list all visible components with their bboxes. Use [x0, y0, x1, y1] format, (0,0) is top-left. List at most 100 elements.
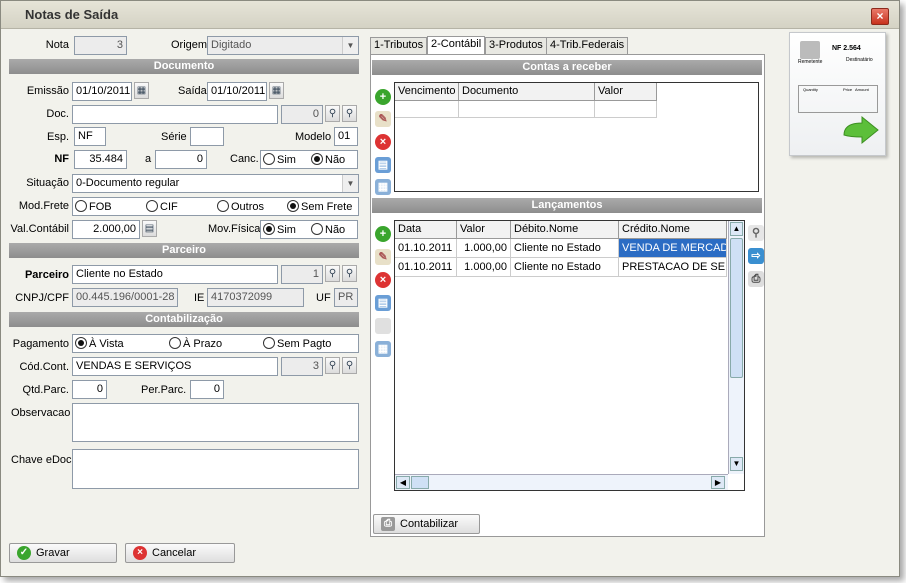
- pag-sem-radio[interactable]: Sem Pagto: [263, 337, 331, 350]
- chave-textarea[interactable]: [72, 449, 359, 489]
- grid-cell[interactable]: [395, 101, 459, 118]
- grid-icon[interactable]: ▤: [375, 157, 391, 173]
- table-row-cell[interactable]: 1.000,00: [457, 258, 511, 277]
- nf-field[interactable]: 35.484: [74, 150, 127, 169]
- frete-outros-radio[interactable]: Outros: [217, 200, 264, 213]
- scroll-up-icon[interactable]: ▲: [730, 222, 743, 236]
- scroll-left-icon[interactable]: ◀: [396, 476, 410, 489]
- scroll-thumb-h[interactable]: [411, 476, 429, 489]
- tab-produtos[interactable]: 3-Produtos: [485, 37, 547, 54]
- canc-sim-radio[interactable]: Sim: [263, 153, 296, 166]
- search-icon[interactable]: ⚲: [325, 265, 340, 282]
- calendar-icon[interactable]: ▦: [269, 82, 284, 99]
- search-icon[interactable]: ⚲: [325, 357, 340, 374]
- frete-sem-label: Sem Frete: [301, 201, 353, 213]
- search-icon[interactable]: ⚲: [748, 225, 764, 241]
- esp-field[interactable]: NF: [74, 127, 106, 146]
- nota-field[interactable]: 3: [74, 36, 127, 55]
- grid-header[interactable]: Data: [395, 221, 457, 239]
- origem-select[interactable]: Digitado ▼: [207, 36, 359, 55]
- export-icon[interactable]: ⇨: [748, 248, 764, 264]
- search-icon[interactable]: ⚲: [342, 265, 357, 282]
- delete-icon[interactable]: ×: [375, 272, 391, 288]
- pag-prazo-radio[interactable]: À Prazo: [169, 337, 222, 350]
- parceiro-field[interactable]: Cliente no Estado: [72, 265, 278, 284]
- ie-field[interactable]: 4170372099: [207, 288, 304, 307]
- scroll-thumb[interactable]: [730, 238, 743, 378]
- table-row-cell[interactable]: 1.000,00: [457, 239, 511, 258]
- modelo-field[interactable]: 01: [334, 127, 358, 146]
- close-button[interactable]: ×: [871, 8, 889, 25]
- grid-header[interactable]: Débito.Nome: [511, 221, 619, 239]
- scroll-right-icon[interactable]: ▶: [711, 476, 725, 489]
- add-icon[interactable]: +: [375, 226, 391, 242]
- qtdparc-field[interactable]: 0: [72, 380, 107, 399]
- grid-header[interactable]: Crédito.Nome: [619, 221, 727, 239]
- horizontal-scrollbar[interactable]: ◀ ▶: [395, 474, 728, 490]
- qtdparc-label: Qtd.Parc.: [22, 384, 69, 396]
- frete-fob-radio[interactable]: FOB: [75, 200, 112, 213]
- tab-trib-federais[interactable]: 4-Trib.Federais: [546, 37, 629, 54]
- movfisica-sim-radio[interactable]: Sim: [263, 223, 296, 236]
- obs-textarea[interactable]: [72, 403, 359, 442]
- table-row-cell[interactable]: PRESTACAO DE SERVI: [619, 258, 727, 277]
- table-row-cell[interactable]: 01.10.2011: [395, 258, 457, 277]
- add-icon[interactable]: +: [375, 89, 391, 105]
- contas-grid[interactable]: Vencimento Documento Valor: [394, 82, 759, 192]
- doc-number-field[interactable]: 0: [281, 105, 323, 124]
- tab-contabil[interactable]: 2-Contábil: [427, 36, 486, 55]
- cnpj-field[interactable]: 00.445.196/0001-28: [72, 288, 178, 307]
- movfisica-nao-radio[interactable]: Não: [311, 223, 345, 236]
- frete-cif-radio[interactable]: CIF: [146, 200, 178, 213]
- calculator-icon[interactable]: ▤: [142, 220, 157, 237]
- frete-sem-radio[interactable]: Sem Frete: [287, 200, 352, 213]
- table-row-cell-selected[interactable]: VENDA DE MERCADOR: [619, 239, 727, 258]
- search-icon[interactable]: ⚲: [325, 105, 340, 122]
- saida-field[interactable]: 01/10/2011: [207, 82, 267, 101]
- cancelar-button[interactable]: × Cancelar: [125, 543, 235, 563]
- grid-header[interactable]: Valor: [457, 221, 511, 239]
- grid-header[interactable]: Vencimento: [395, 83, 459, 101]
- contabilizar-button[interactable]: ⎙ Contabilizar: [373, 514, 480, 534]
- uf-field[interactable]: PR: [334, 288, 358, 307]
- grid-header[interactable]: Documento: [459, 83, 595, 101]
- serie-field[interactable]: [190, 127, 224, 146]
- situacao-select[interactable]: 0-Documento regular ▼: [72, 174, 359, 193]
- chevron-down-icon[interactable]: ▼: [342, 175, 358, 192]
- nf-to-field[interactable]: 0: [155, 150, 207, 169]
- grid-header[interactable]: Valor: [595, 83, 657, 101]
- calendar-icon[interactable]: ▦: [134, 82, 149, 99]
- table-row-cell[interactable]: Cliente no Estado: [511, 258, 619, 277]
- pag-vista-radio[interactable]: À Vista: [75, 337, 124, 350]
- blank-icon[interactable]: [375, 318, 391, 334]
- grid-cell[interactable]: [595, 101, 657, 118]
- perparc-field[interactable]: 0: [190, 380, 224, 399]
- calendar-icon[interactable]: ▦: [375, 179, 391, 195]
- emissao-field[interactable]: 01/10/2011: [72, 82, 132, 101]
- printer-icon[interactable]: ⎙: [748, 271, 764, 287]
- chevron-down-icon[interactable]: ▼: [342, 37, 358, 54]
- scroll-down-icon[interactable]: ▼: [730, 457, 743, 471]
- grid-icon[interactable]: ▤: [375, 295, 391, 311]
- doc-field[interactable]: [72, 105, 278, 124]
- codcont-field[interactable]: VENDAS E SERVIÇOS: [72, 357, 278, 376]
- edit-icon[interactable]: ✎: [375, 111, 391, 127]
- situacao-label: Situação: [26, 177, 69, 189]
- vertical-scrollbar[interactable]: ▲ ▼: [728, 221, 744, 474]
- tab-tributos[interactable]: 1-Tributos: [370, 37, 428, 54]
- calendar-icon[interactable]: ▦: [375, 341, 391, 357]
- search-icon[interactable]: ⚲: [342, 357, 357, 374]
- parceiro-number-field[interactable]: 1: [281, 265, 323, 284]
- canc-nao-radio[interactable]: Não: [311, 153, 345, 166]
- grid-cell[interactable]: [459, 101, 595, 118]
- codcont-number-field[interactable]: 3: [281, 357, 323, 376]
- gravar-button[interactable]: ✓ Gravar: [9, 543, 117, 563]
- delete-icon[interactable]: ×: [375, 134, 391, 150]
- edit-icon[interactable]: ✎: [375, 249, 391, 265]
- saida-label: Saída: [178, 85, 207, 97]
- valcontabil-field[interactable]: 2.000,00: [72, 220, 140, 239]
- lancamentos-grid[interactable]: Data Valor Débito.Nome Crédito.Nome 01.1…: [394, 220, 745, 491]
- table-row-cell[interactable]: 01.10.2011: [395, 239, 457, 258]
- table-row-cell[interactable]: Cliente no Estado: [511, 239, 619, 258]
- search-icon[interactable]: ⚲: [342, 105, 357, 122]
